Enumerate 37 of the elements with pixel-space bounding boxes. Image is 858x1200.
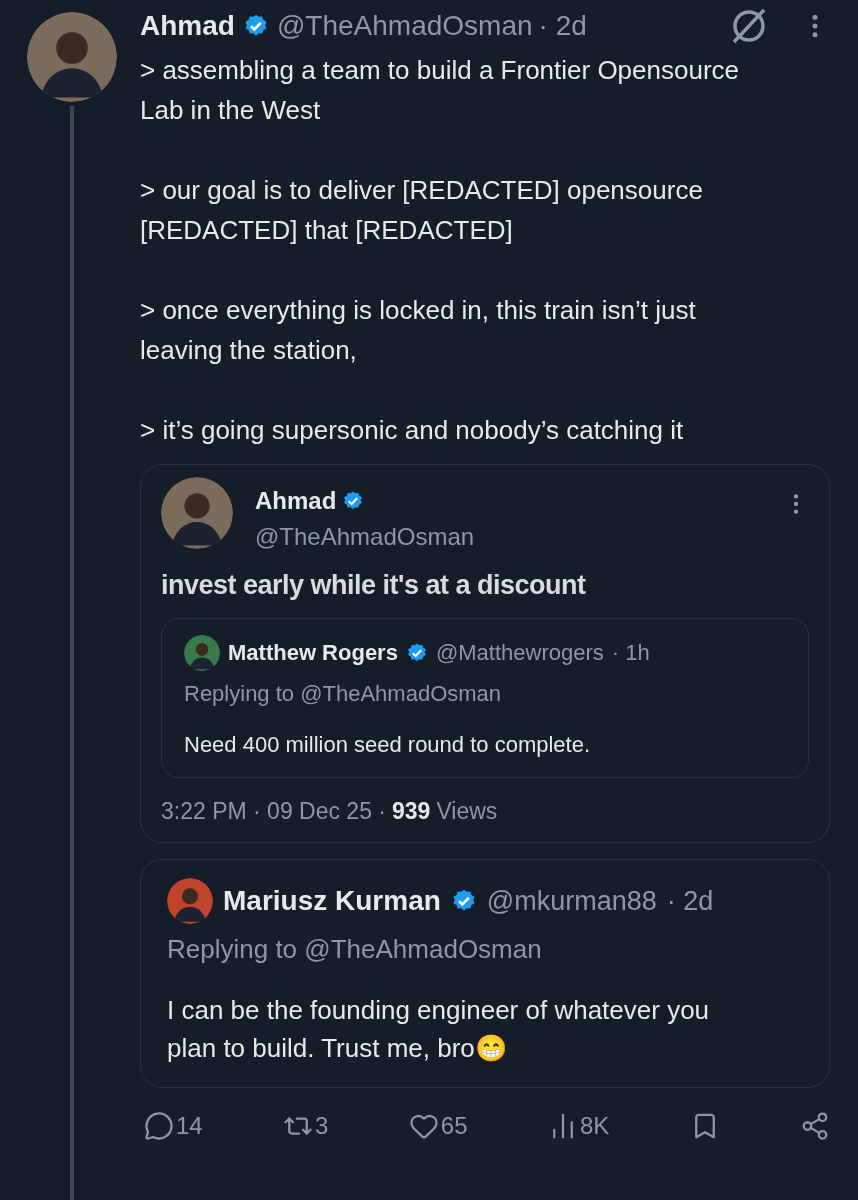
inner-quote-text: Need 400 million seed round to complete. [184, 730, 592, 759]
reply-card[interactable]: Mariusz Kurman @mkurman88 · 2d Replying to @TheAhmadOsman I can be the founding engineer of whatever you plan to build. Trust me, bro😁 [140, 859, 830, 1088]
views-label: Views [436, 796, 498, 826]
inner-quote-card[interactable]: Matthew Rogers @Matthewrogers · 1h Replying to @TheAhmadOsman Need 400 million seed round to complete. [161, 617, 809, 778]
reply-action[interactable]: 14 [144, 1108, 203, 1144]
author-handle[interactable]: @mkurman88 [486, 880, 657, 922]
post-timestamp: 3:22 PM · 09 Dec 25 · [161, 796, 386, 826]
post-paragraph: > assembling a team to build a Frontier Opensource Lab in the West [140, 54, 741, 127]
author-handle[interactable]: @TheAhmadOsman [276, 5, 533, 47]
avatar[interactable] [184, 634, 220, 671]
reply-icon [144, 1111, 174, 1141]
share-icon [800, 1111, 830, 1141]
views-count: 939 [392, 796, 431, 826]
replying-to-text: Replying to @TheAhmadOsman [184, 679, 503, 708]
quoted-post-text: invest early while it's at a discount [161, 569, 587, 602]
post-paragraph: > our goal is to deliver [REDACTED] opensource [REDACTED] that [REDACTED] [140, 174, 704, 247]
avatar[interactable] [161, 477, 233, 549]
reply-text: I can be the founding engineer of whatever you plan to build. Trust me, bro😁 [167, 994, 711, 1065]
quoted-post-card[interactable]: Ahmad @TheAhmadOsman invest early while it's at a discount Matthew Rogers @Matthewrogers · 1h Replying to @TheAhmadOsman Need 400 million seed round to complete. 3:22 PM · 09 Dec 25 · 939 Views [140, 464, 830, 843]
author-handle[interactable]: @Matthewrogers [435, 636, 604, 669]
avatar[interactable] [27, 12, 117, 102]
like-action[interactable]: 65 [408, 1108, 468, 1144]
post-paragraph: > it’s going supersonic and nobody’s catching it [140, 414, 685, 447]
post-time: · 2d [538, 9, 587, 43]
repost-action[interactable]: 3 [283, 1108, 329, 1144]
author-name[interactable]: Ahmad [255, 483, 337, 519]
views-action[interactable]: 8K [547, 1108, 610, 1144]
post-time: · 1h [611, 639, 650, 667]
replying-to-text: Replying to @TheAhmadOsman [167, 933, 543, 966]
author-name[interactable]: Mariusz Kurman [223, 880, 441, 922]
post-time: · 2d [666, 884, 714, 918]
post-paragraph: > once everything is locked in, this train isn’t just leaving the station, [140, 294, 697, 367]
author-name[interactable]: Ahmad [140, 5, 235, 47]
author-name[interactable]: Matthew Rogers [228, 636, 398, 669]
share-action[interactable] [800, 1111, 830, 1141]
author-handle[interactable]: @TheAhmadOsman [255, 519, 475, 555]
avatar[interactable] [167, 878, 213, 924]
